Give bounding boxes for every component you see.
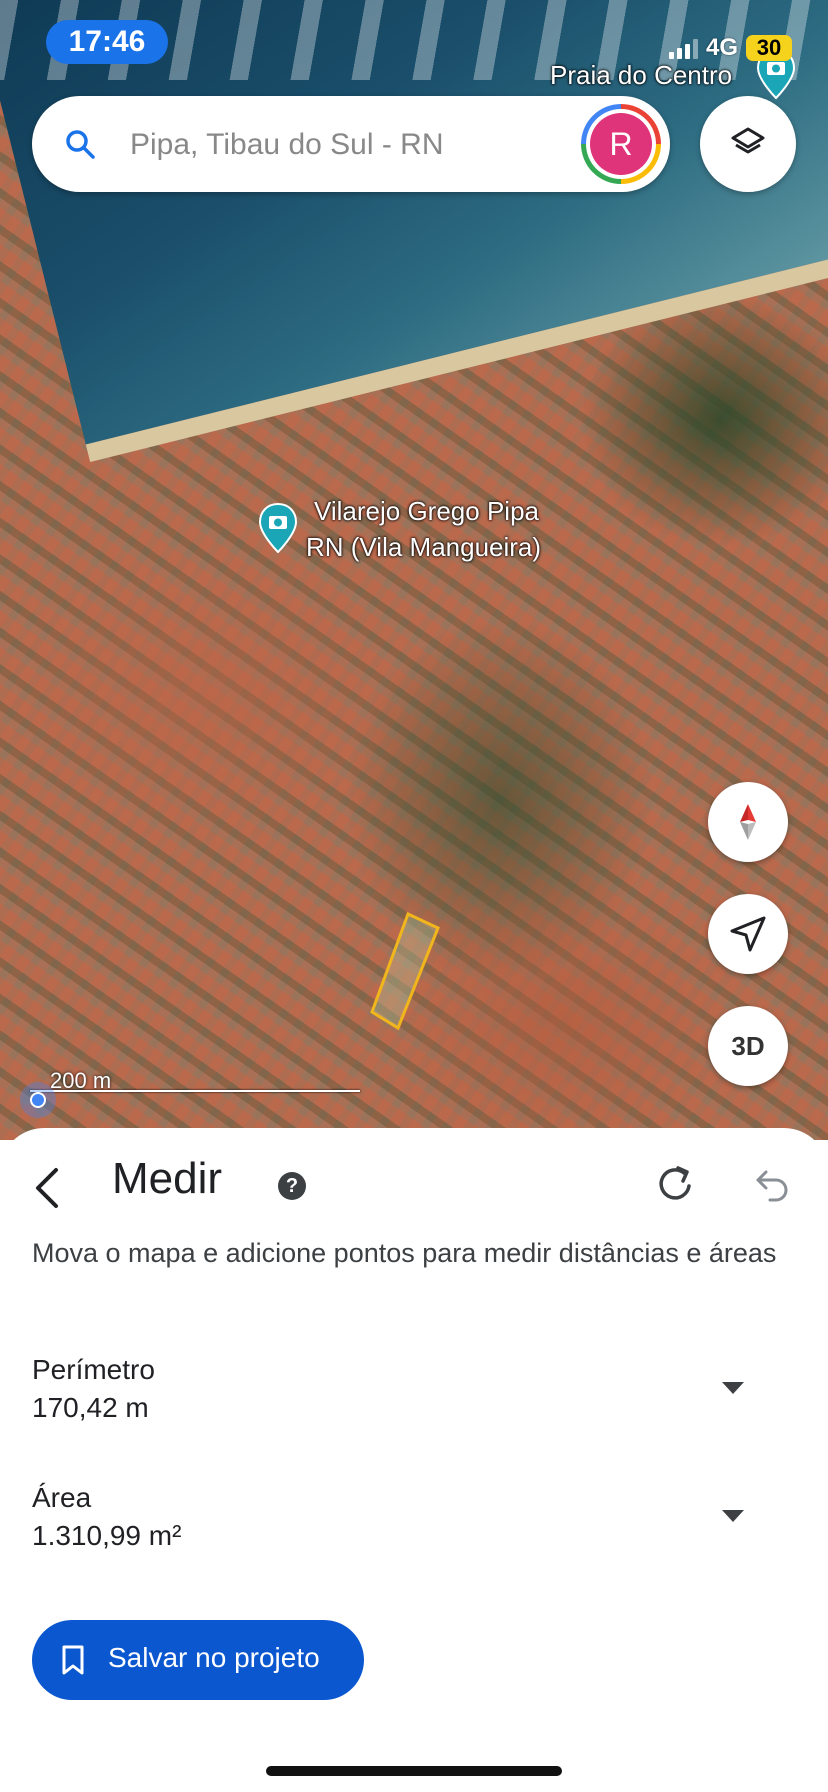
search-input[interactable] — [128, 118, 512, 172]
search-icon[interactable] — [62, 126, 98, 162]
area-value: 1.310,99 m² — [32, 1520, 182, 1551]
compass-button[interactable] — [708, 782, 788, 862]
perimeter-label: Perímetro — [32, 1354, 155, 1385]
measure-sheet: Medir ? Mova o mapa e adicione pontos pa… — [0, 1128, 828, 1792]
chevron-down-icon[interactable] — [720, 1380, 746, 1396]
area-label: Área — [32, 1482, 92, 1513]
save-to-project-button[interactable]: Salvar no projeto — [32, 1620, 364, 1700]
help-icon[interactable]: ? — [278, 1172, 306, 1200]
status-indicators: 4G 30 — [668, 28, 792, 68]
compass-icon — [740, 804, 756, 840]
back-arrow-icon[interactable] — [26, 1160, 74, 1216]
perimeter-row[interactable]: Perímetro 170,42 m — [32, 1354, 796, 1444]
measure-instructions: Mova o mapa e adicione pontos para medir… — [32, 1238, 777, 1268]
status-time: 17:46 — [46, 20, 168, 64]
3d-toggle-button[interactable]: 3D — [708, 1006, 788, 1086]
bookmark-icon — [62, 1645, 84, 1675]
layers-icon — [731, 127, 765, 154]
screen: Praia do Centro Vilarejo Grego Pipa RN (… — [0, 0, 828, 1792]
search-bar[interactable]: R — [32, 96, 670, 192]
avatar-border: R — [586, 109, 656, 179]
network-type: 4G — [705, 34, 738, 61]
chevron-down-icon[interactable] — [720, 1508, 746, 1524]
measured-area-polygon — [370, 911, 440, 1031]
undo-icon[interactable] — [752, 1164, 792, 1204]
home-indicator[interactable] — [266, 1766, 562, 1776]
account-avatar-button[interactable]: R — [581, 104, 661, 184]
signal-icon — [668, 37, 698, 59]
battery-level: 30 — [746, 35, 792, 61]
page-title: Medir — [112, 1154, 223, 1203]
avatar: R — [590, 113, 652, 175]
my-location-button[interactable] — [708, 894, 788, 974]
navigation-arrow-icon — [730, 916, 766, 952]
area-row[interactable]: Área 1.310,99 m² — [32, 1482, 796, 1572]
my-location-dot — [20, 1082, 56, 1118]
scale-line — [30, 1090, 360, 1092]
refresh-icon[interactable] — [656, 1162, 696, 1206]
layers-button[interactable] — [700, 96, 796, 192]
map-scale: 200 m — [30, 1068, 360, 1094]
save-button-label: Salvar no projeto — [108, 1642, 320, 1673]
perimeter-value: 170,42 m — [32, 1392, 149, 1423]
